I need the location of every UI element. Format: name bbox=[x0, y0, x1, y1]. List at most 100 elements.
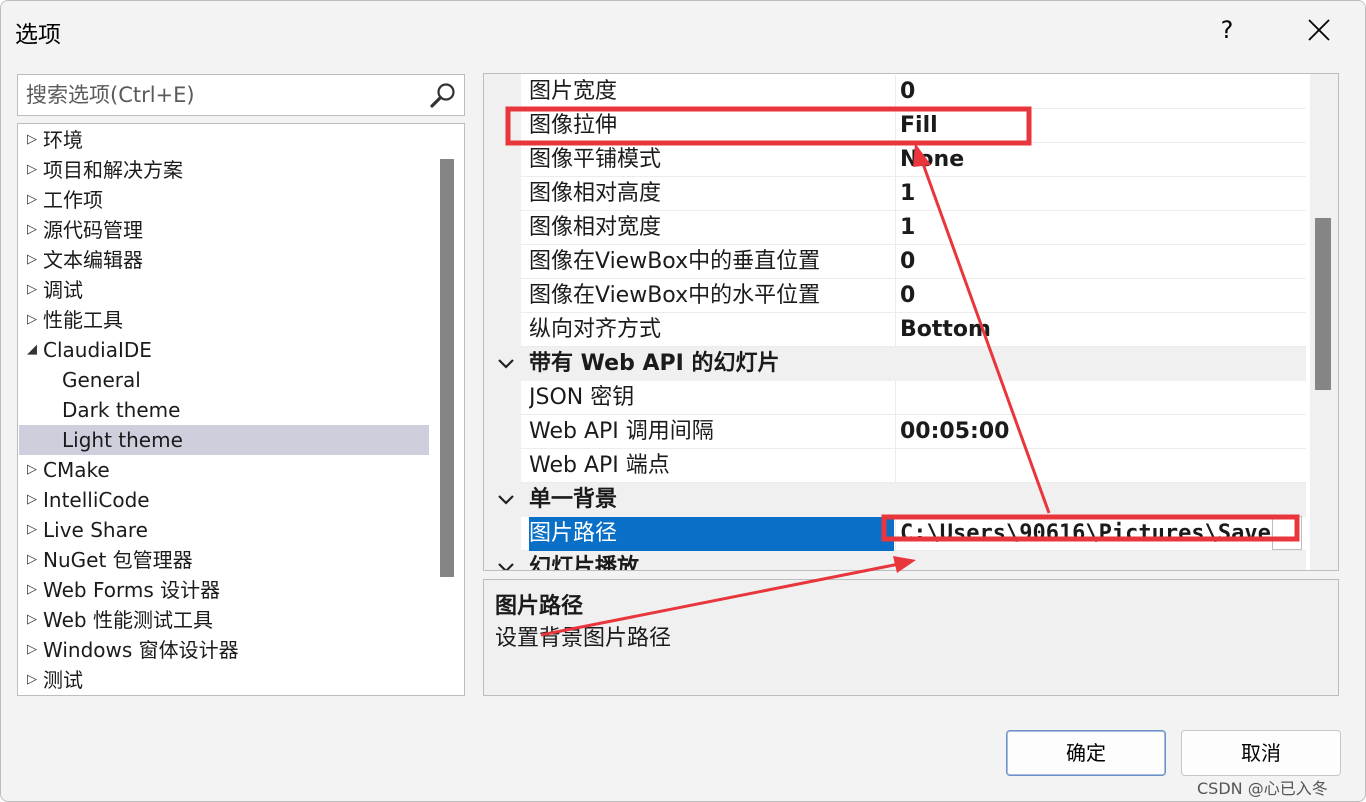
tree-item-winforms-designer[interactable]: ▷ Windows 窗体设计器 bbox=[19, 635, 429, 665]
tree-item-debugging[interactable]: ▷ 调试 bbox=[19, 275, 429, 305]
cancel-button[interactable]: 取消 bbox=[1181, 730, 1341, 776]
property-row-image-stretch[interactable]: 图像拉伸 Fill bbox=[521, 109, 1306, 143]
tree-item-label: 测试 bbox=[43, 668, 83, 692]
category-web-api-slideshow[interactable]: 带有 Web API 的幻灯片 bbox=[484, 347, 1306, 381]
expand-arrow-icon[interactable]: ▷ bbox=[25, 635, 39, 665]
property-name: 图像在ViewBox中的垂直位置 bbox=[529, 249, 821, 274]
collapse-arrow-icon[interactable]: ◢ bbox=[25, 335, 39, 365]
property-value[interactable]: 0 bbox=[895, 279, 1305, 313]
expand-arrow-icon[interactable]: ▷ bbox=[25, 155, 39, 185]
property-value[interactable] bbox=[895, 381, 1305, 415]
property-value[interactable] bbox=[895, 449, 1305, 483]
property-value[interactable]: Fill bbox=[895, 109, 1305, 143]
options-dialog: 选项 ? ▷ 环境 ▷ 项目和解决方案 ▷ 工作项 ▷ 源代码 bbox=[0, 0, 1366, 802]
close-icon bbox=[1308, 19, 1330, 41]
expand-arrow-icon[interactable]: ▷ bbox=[25, 305, 39, 335]
tree-scrollbar-thumb[interactable] bbox=[440, 159, 454, 577]
tree-item-label: Dark theme bbox=[62, 398, 181, 422]
property-name: 图片宽度 bbox=[529, 79, 618, 104]
tree-item-label: General bbox=[62, 368, 141, 392]
property-row-viewbox-horizontal[interactable]: 图像在ViewBox中的水平位置 0 bbox=[521, 279, 1306, 313]
category-slideshow[interactable]: 幻灯片播放 bbox=[484, 551, 1306, 571]
property-row-image-path[interactable]: 图片路径 C:\Users\90616\Pictures\Saved bbox=[521, 517, 1306, 551]
search-box bbox=[17, 74, 465, 116]
tree-item-environment[interactable]: ▷ 环境 bbox=[19, 125, 429, 155]
property-name: 纵向对齐方式 bbox=[529, 317, 662, 342]
property-row-vertical-alignment[interactable]: 纵向对齐方式 Bottom bbox=[521, 313, 1306, 347]
expand-arrow-icon[interactable]: ▷ bbox=[25, 575, 39, 605]
help-button[interactable]: ? bbox=[1199, 7, 1255, 53]
tree-item-label: Windows 窗体设计器 bbox=[43, 638, 239, 662]
expand-arrow-icon[interactable]: ▷ bbox=[25, 605, 39, 635]
property-grid-scrollbar-thumb[interactable] bbox=[1315, 218, 1331, 390]
tree-scrollbar[interactable] bbox=[437, 128, 457, 692]
property-row-web-api-endpoint[interactable]: Web API 端点 bbox=[521, 449, 1306, 483]
tree-item-projects[interactable]: ▷ 项目和解决方案 bbox=[19, 155, 429, 185]
tree-item-dark-theme[interactable]: Dark theme bbox=[19, 395, 429, 425]
tree-item-text-editor[interactable]: ▷ 文本编辑器 bbox=[19, 245, 429, 275]
property-row-json-key[interactable]: JSON 密钥 bbox=[521, 381, 1306, 415]
property-row-viewbox-vertical[interactable]: 图像在ViewBox中的垂直位置 0 bbox=[521, 245, 1306, 279]
tree-item-label: Light theme bbox=[62, 428, 183, 452]
tree-item-live-share[interactable]: ▷ Live Share bbox=[19, 515, 429, 545]
expand-arrow-icon[interactable]: ▷ bbox=[25, 125, 39, 155]
tree-item-label: 项目和解决方案 bbox=[43, 158, 183, 182]
search-icon[interactable] bbox=[428, 81, 458, 111]
dialog-title: 选项 bbox=[15, 22, 61, 48]
tree-item-label: Web Forms 设计器 bbox=[43, 578, 221, 602]
chevron-down-icon[interactable] bbox=[496, 483, 516, 517]
property-name: 图像相对高度 bbox=[529, 181, 662, 206]
tree-item-general[interactable]: General bbox=[19, 365, 429, 395]
property-row-relative-width[interactable]: 图像相对宽度 1 bbox=[521, 211, 1306, 245]
tree-item-cmake[interactable]: ▷ CMake bbox=[19, 455, 429, 485]
expand-arrow-icon[interactable]: ▷ bbox=[25, 275, 39, 305]
tree-item-web-perf-test[interactable]: ▷ Web 性能测试工具 bbox=[19, 605, 429, 635]
tree-item-nuget[interactable]: ▷ NuGet 包管理器 bbox=[19, 545, 429, 575]
tree-item-label: ClaudiaIDE bbox=[43, 338, 152, 362]
property-value[interactable]: 1 bbox=[895, 177, 1305, 211]
search-input[interactable] bbox=[18, 75, 418, 115]
category-label: 幻灯片播放 bbox=[529, 555, 640, 571]
chevron-down-icon[interactable] bbox=[496, 347, 516, 381]
tree-item-light-theme[interactable]: Light theme bbox=[19, 425, 429, 455]
chevron-down-icon[interactable] bbox=[496, 551, 516, 571]
category-single-background[interactable]: 单一背景 bbox=[484, 483, 1306, 517]
expand-arrow-icon[interactable]: ▷ bbox=[25, 515, 39, 545]
property-row-image-width[interactable]: 图片宽度 0 bbox=[521, 75, 1306, 109]
property-value[interactable]: None bbox=[895, 143, 1305, 177]
tree-item-label: IntelliCode bbox=[43, 488, 150, 512]
title-bar: 选项 ? bbox=[1, 1, 1365, 59]
property-value[interactable]: 1 bbox=[895, 211, 1305, 245]
browse-button[interactable] bbox=[1272, 516, 1302, 550]
close-button[interactable] bbox=[1291, 7, 1347, 53]
tree-item-testing[interactable]: ▷ 测试 bbox=[19, 665, 429, 695]
property-row-web-api-interval[interactable]: Web API 调用间隔 00:05:00 bbox=[521, 415, 1306, 449]
property-value[interactable]: 0 bbox=[895, 245, 1305, 279]
tree-item-performance-tools[interactable]: ▷ 性能工具 bbox=[19, 305, 429, 335]
property-name: 图像拉伸 bbox=[529, 113, 618, 138]
property-grid-scrollbar[interactable] bbox=[1310, 74, 1338, 570]
tree-item-claudiaide[interactable]: ◢ ClaudiaIDE bbox=[19, 335, 429, 365]
expand-arrow-icon[interactable]: ▷ bbox=[25, 665, 39, 695]
property-row-tile-mode[interactable]: 图像平铺模式 None bbox=[521, 143, 1306, 177]
tree-item-intellicode[interactable]: ▷ IntelliCode bbox=[19, 485, 429, 515]
expand-arrow-icon[interactable]: ▷ bbox=[25, 545, 39, 575]
property-value[interactable]: Bottom bbox=[895, 313, 1305, 347]
ok-button[interactable]: 确定 bbox=[1006, 730, 1166, 776]
expand-arrow-icon[interactable]: ▷ bbox=[25, 485, 39, 515]
category-label: 带有 Web API 的幻灯片 bbox=[529, 351, 780, 376]
description-panel: 图片路径 设置背景图片路径 bbox=[483, 579, 1339, 696]
property-row-relative-height[interactable]: 图像相对高度 1 bbox=[521, 177, 1306, 211]
expand-arrow-icon[interactable]: ▷ bbox=[25, 455, 39, 485]
expand-arrow-icon[interactable]: ▷ bbox=[25, 185, 39, 215]
image-path-input[interactable]: C:\Users\90616\Pictures\Saved bbox=[895, 517, 1305, 551]
expand-arrow-icon[interactable]: ▷ bbox=[25, 245, 39, 275]
property-name: 图片路径 bbox=[529, 517, 894, 551]
tree-item-label: Live Share bbox=[43, 518, 148, 542]
tree-item-web-forms-designer[interactable]: ▷ Web Forms 设计器 bbox=[19, 575, 429, 605]
expand-arrow-icon[interactable]: ▷ bbox=[25, 215, 39, 245]
tree-item-work-items[interactable]: ▷ 工作项 bbox=[19, 185, 429, 215]
tree-item-source-control[interactable]: ▷ 源代码管理 bbox=[19, 215, 429, 245]
property-value[interactable]: 00:05:00 bbox=[895, 415, 1305, 449]
property-value[interactable]: 0 bbox=[895, 75, 1305, 109]
